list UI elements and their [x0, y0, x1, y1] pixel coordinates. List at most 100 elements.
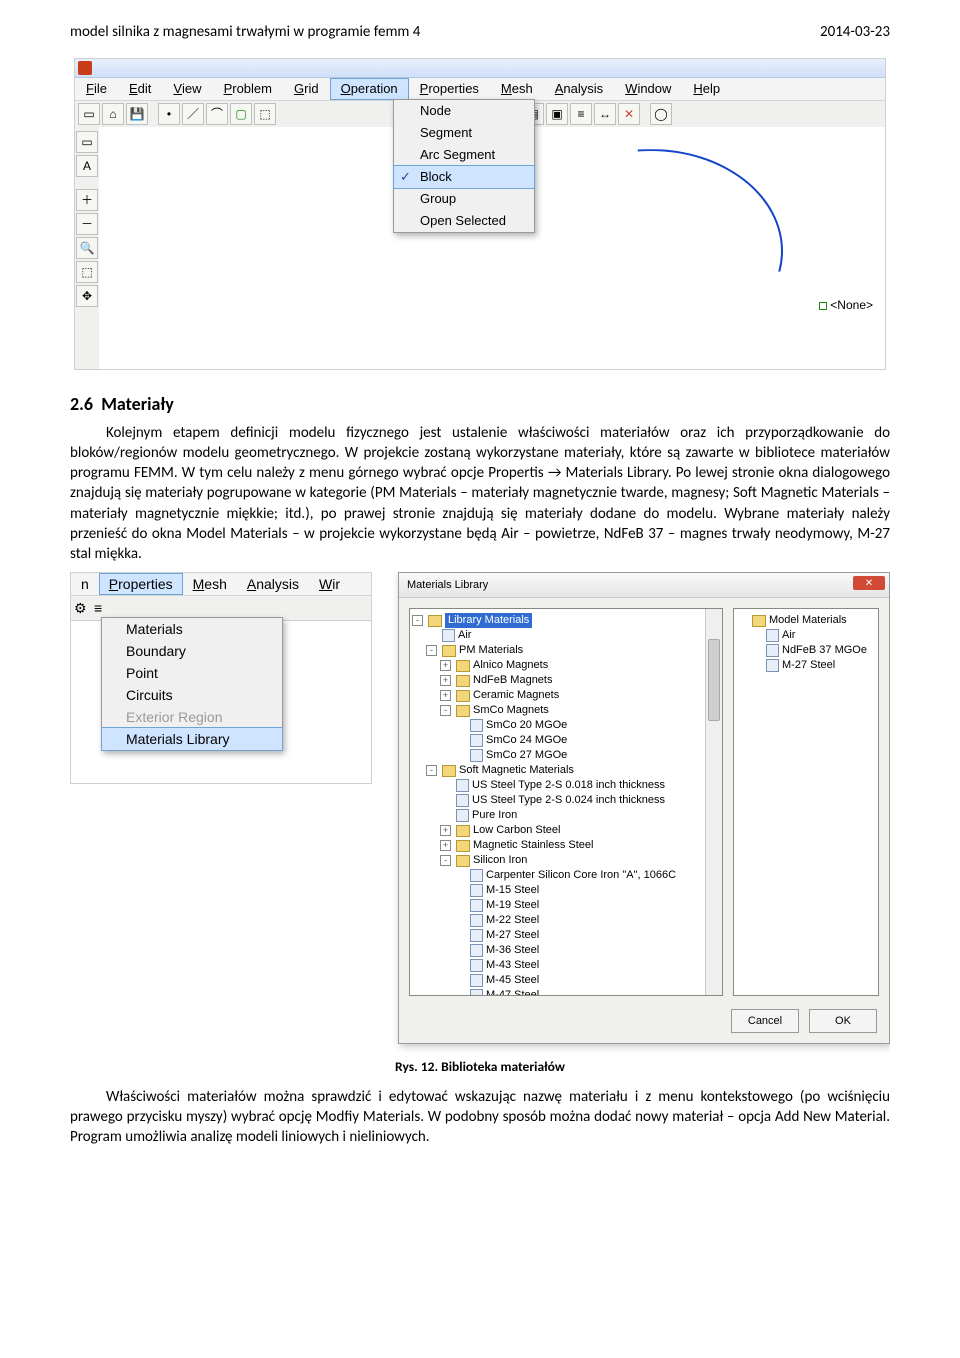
menuitem-group[interactable]: Group [394, 188, 534, 210]
zoom-fit-icon[interactable]: 🔍 [76, 237, 98, 259]
tree-item[interactable]: Model Materials [736, 613, 876, 628]
menu2-mesh[interactable]: Mesh [183, 573, 237, 595]
tree-item[interactable]: M-27 Steel [412, 928, 720, 943]
pan-icon[interactable]: ✥ [76, 285, 98, 307]
menuitem2-exterior-region[interactable]: Exterior Region [102, 706, 282, 728]
equals-icon[interactable]: ≡ [570, 103, 592, 125]
menuitem2-materials-library[interactable]: Materials Library [101, 727, 283, 751]
library-tree[interactable]: -Library MaterialsAir-PM Materials+Alnic… [409, 608, 723, 996]
close-icon[interactable]: ✕ [853, 576, 885, 590]
scrollbar-thumb[interactable] [708, 639, 720, 721]
tree-item[interactable]: US Steel Type 2-S 0.024 inch thickness [412, 793, 720, 808]
tree-item[interactable]: +Magnetic Stainless Steel [412, 838, 720, 853]
tree-item[interactable]: M-19 Steel [412, 898, 720, 913]
tree-item[interactable]: +Ceramic Magnets [412, 688, 720, 703]
operation-dropdown[interactable]: NodeSegmentArc Segment✓BlockGroupOpen Se… [393, 99, 535, 233]
menu-mesh[interactable]: Mesh [490, 78, 544, 100]
menu-view[interactable]: View [162, 78, 212, 100]
tree-item[interactable]: SmCo 27 MGOe [412, 748, 720, 763]
group-tool-icon[interactable]: ⬚ [254, 103, 276, 125]
zoom-window-icon[interactable]: ⬚ [76, 261, 98, 283]
expand-icon[interactable]: + [440, 825, 451, 836]
menu2-n[interactable]: n [71, 573, 99, 595]
tree-item[interactable]: -Soft Magnetic Materials [412, 763, 720, 778]
expand-icon[interactable]: - [440, 855, 451, 866]
expand-icon[interactable]: + [440, 675, 451, 686]
menuitem2-circuits[interactable]: Circuits [102, 684, 282, 706]
config-icon[interactable]: ⚙ [74, 599, 92, 617]
menuitem-segment[interactable]: Segment [394, 122, 534, 144]
scrollbar[interactable] [705, 609, 722, 995]
menu-operation[interactable]: Operation [330, 78, 409, 100]
expand-icon[interactable]: - [440, 705, 451, 716]
menubar-2[interactable]: nPropertiesMeshAnalysisWir [71, 573, 371, 596]
node-tool-icon[interactable]: • [158, 103, 180, 125]
menu-file[interactable]: File [75, 78, 118, 100]
equals-icon[interactable]: ≡ [94, 599, 112, 617]
segment-tool-icon[interactable]: ／ [182, 103, 204, 125]
tree-item[interactable]: M-27 Steel [736, 658, 876, 673]
expand-icon[interactable]: + [440, 690, 451, 701]
tree-item[interactable]: US Steel Type 2-S 0.018 inch thickness [412, 778, 720, 793]
tree-item[interactable]: -SmCo Magnets [412, 703, 720, 718]
expand-icon[interactable]: + [440, 840, 451, 851]
menuitem-arc-segment[interactable]: Arc Segment [394, 144, 534, 166]
tree-item[interactable]: +Alnico Magnets [412, 658, 720, 673]
tree-item[interactable]: Carpenter Silicon Core Iron "A", 1066C [412, 868, 720, 883]
tree-item[interactable]: -PM Materials [412, 643, 720, 658]
menu-edit[interactable]: Edit [118, 78, 162, 100]
expand-icon[interactable]: - [426, 645, 437, 656]
open-file-icon[interactable]: ⌂ [102, 103, 124, 125]
menu2-analysis[interactable]: Analysis [237, 573, 309, 595]
properties-dropdown[interactable]: MaterialsBoundaryPointCircuitsExterior R… [101, 617, 283, 751]
menu-problem[interactable]: Problem [213, 78, 283, 100]
rect-tool-icon[interactable]: ▭ [76, 131, 98, 153]
run-icon[interactable]: ◯ [650, 103, 672, 125]
ok-button[interactable]: OK [809, 1009, 877, 1033]
tree-item[interactable]: M-45 Steel [412, 973, 720, 988]
tree-item[interactable]: Air [736, 628, 876, 643]
menuitem2-point[interactable]: Point [102, 662, 282, 684]
tree-item[interactable]: NdFeB 37 MGOe [736, 643, 876, 658]
tree-item[interactable]: Air [412, 628, 720, 643]
expand-icon[interactable]: - [426, 765, 437, 776]
tree-item[interactable]: SmCo 24 MGOe [412, 733, 720, 748]
text-tool-icon[interactable]: A [76, 155, 98, 177]
menuitem-open-selected[interactable]: Open Selected [394, 210, 534, 232]
menuitem-node[interactable]: Node [394, 100, 534, 122]
new-file-icon[interactable]: ▭ [78, 103, 100, 125]
tree-item[interactable]: Pure Iron [412, 808, 720, 823]
side-toolbar[interactable]: ▭ A ＋ － 🔍 ⬚ ✥ [75, 127, 100, 369]
zoom-in-icon[interactable]: ＋ [76, 189, 98, 211]
model-tree[interactable]: Model MaterialsAirNdFeB 37 MGOeM-27 Stee… [733, 608, 879, 996]
tree-item[interactable]: M-15 Steel [412, 883, 720, 898]
move-icon[interactable]: ↔ [594, 103, 616, 125]
save-icon[interactable]: 💾 [126, 103, 148, 125]
menu-analysis[interactable]: Analysis [544, 78, 614, 100]
menubar[interactable]: FileEditViewProblemGridOperationProperti… [75, 78, 885, 101]
menu2-wir[interactable]: Wir [309, 573, 350, 595]
zoom-out-icon[interactable]: － [76, 213, 98, 235]
menuitem2-boundary[interactable]: Boundary [102, 640, 282, 662]
arc-tool-icon[interactable]: ⌒ [206, 103, 228, 125]
menu2-properties[interactable]: Properties [99, 573, 183, 595]
tree-item[interactable]: M-43 Steel [412, 958, 720, 973]
tree-item[interactable]: M-47 Steel [412, 988, 720, 996]
tree-item[interactable]: M-22 Steel [412, 913, 720, 928]
expand-icon[interactable]: - [412, 615, 423, 626]
menu-help[interactable]: Help [682, 78, 731, 100]
tree-item[interactable]: SmCo 20 MGOe [412, 718, 720, 733]
tree-item[interactable]: +Low Carbon Steel [412, 823, 720, 838]
delete-icon[interactable]: ✕ [618, 103, 640, 125]
expand-icon[interactable]: + [440, 660, 451, 671]
menuitem-block[interactable]: ✓Block [393, 165, 535, 189]
menuitem2-materials[interactable]: Materials [102, 618, 282, 640]
tree-item[interactable]: +NdFeB Magnets [412, 673, 720, 688]
block-tool-icon[interactable]: ▢ [230, 103, 252, 125]
cancel-button[interactable]: Cancel [731, 1009, 799, 1033]
menu-window[interactable]: Window [614, 78, 682, 100]
tree-item[interactable]: -Library Materials [412, 613, 720, 628]
tree-item[interactable]: M-36 Steel [412, 943, 720, 958]
center-icon[interactable]: ▣ [546, 103, 568, 125]
tree-item[interactable]: -Silicon Iron [412, 853, 720, 868]
